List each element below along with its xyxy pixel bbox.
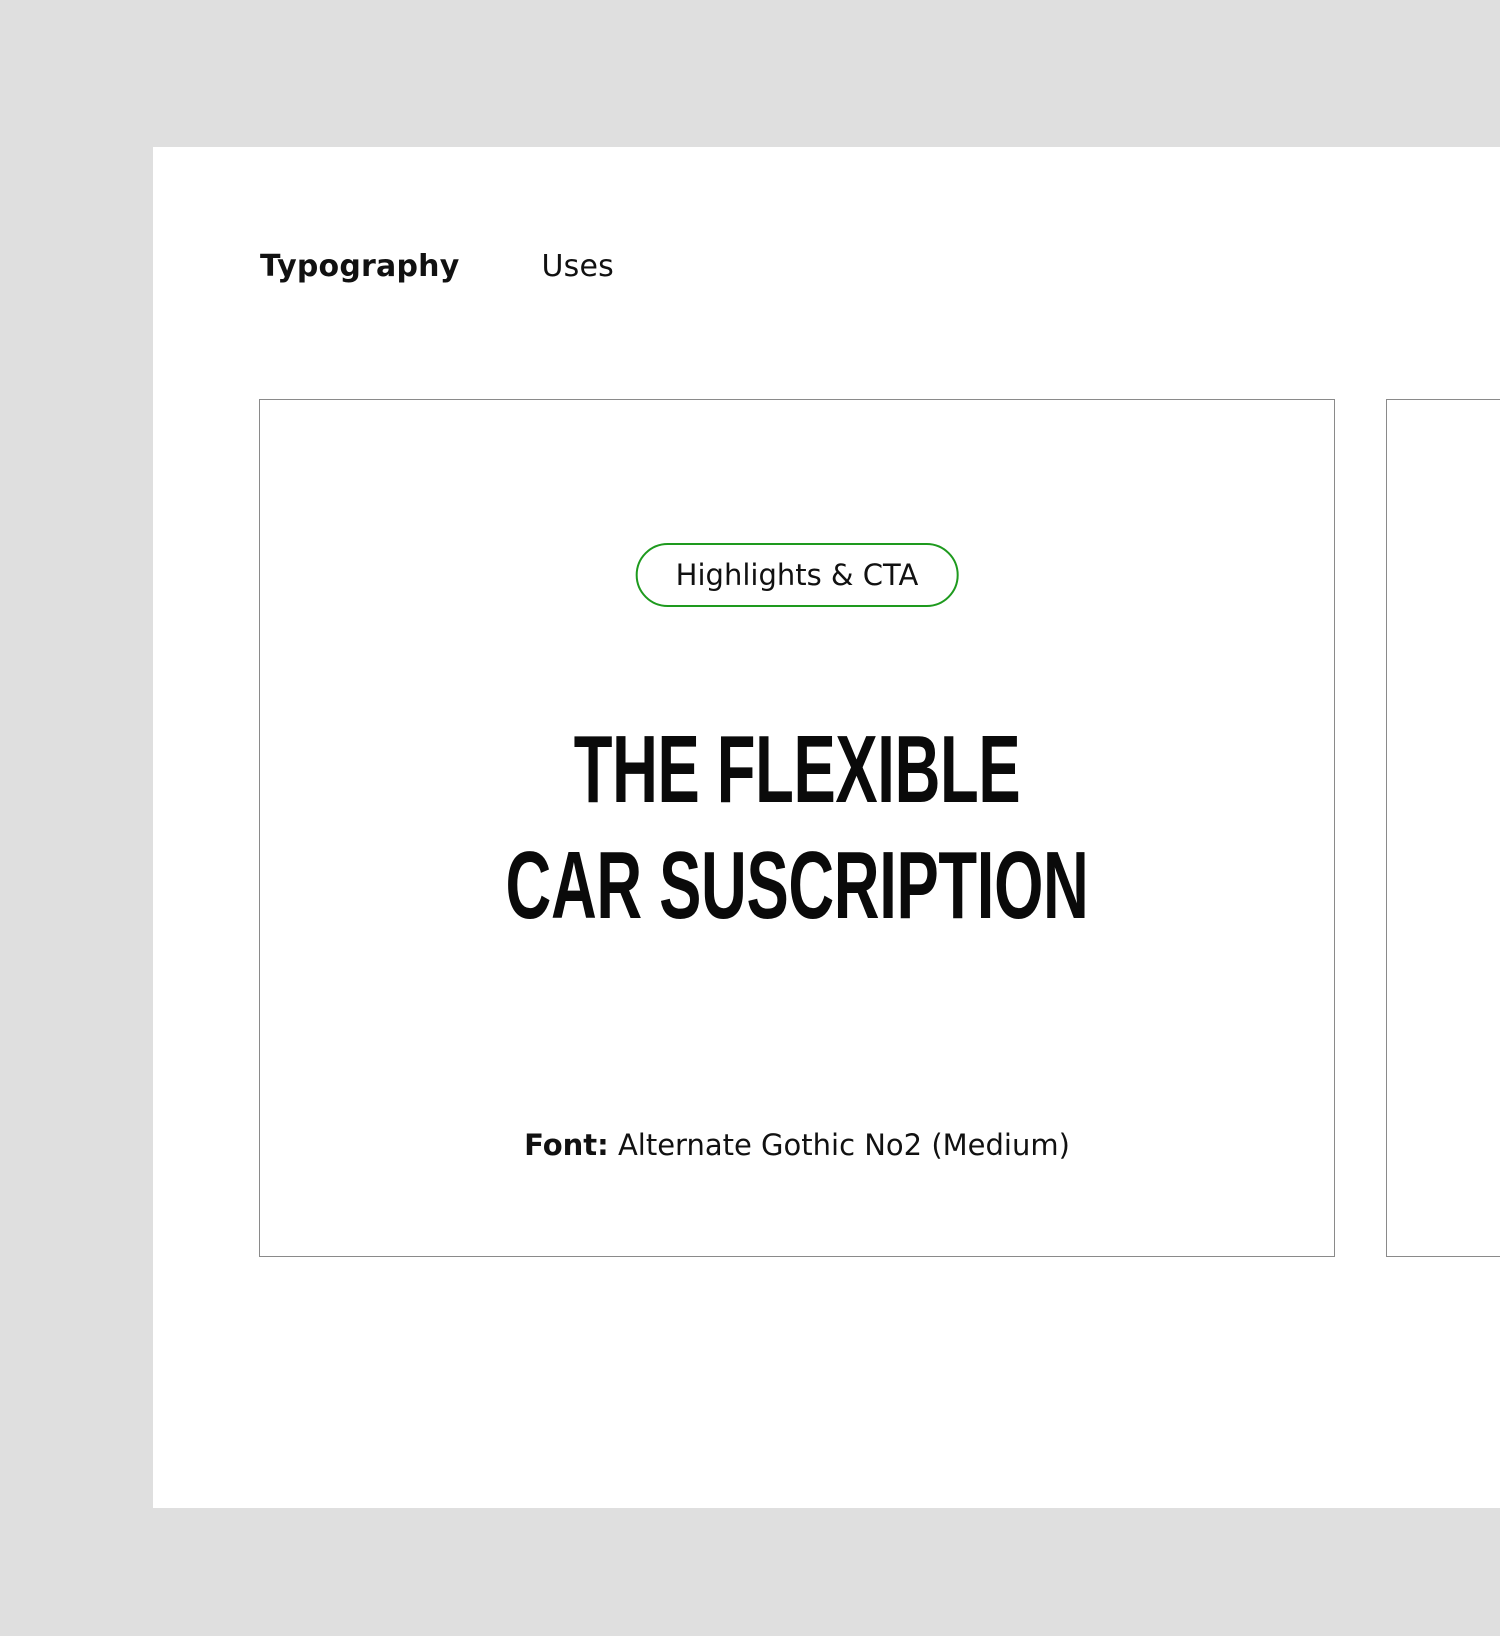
- typography-sheet: Typography Uses Highlights & CTA THE FLE…: [153, 147, 1500, 1508]
- sample-headline: THE FLEXIBLE CAR SUSCRIPTION: [260, 712, 1334, 944]
- font-caption-value: Alternate Gothic No2 (Medium): [608, 1128, 1070, 1162]
- font-caption-label: Font:: [524, 1128, 609, 1162]
- headline-line-2: CAR SUSCRIPTION: [505, 832, 1089, 939]
- tab-typography[interactable]: Typography: [260, 252, 459, 282]
- tab-uses[interactable]: Uses: [541, 252, 613, 282]
- section-tabs: Typography Uses: [260, 252, 614, 282]
- next-card-partial: [1386, 399, 1500, 1257]
- font-caption: Font: Alternate Gothic No2 (Medium): [260, 1128, 1334, 1162]
- typography-card: Highlights & CTA THE FLEXIBLE CAR SUSCRI…: [259, 399, 1335, 1257]
- highlights-cta-tag: Highlights & CTA: [635, 543, 959, 607]
- headline-line-1: THE FLEXIBLE: [573, 716, 1021, 823]
